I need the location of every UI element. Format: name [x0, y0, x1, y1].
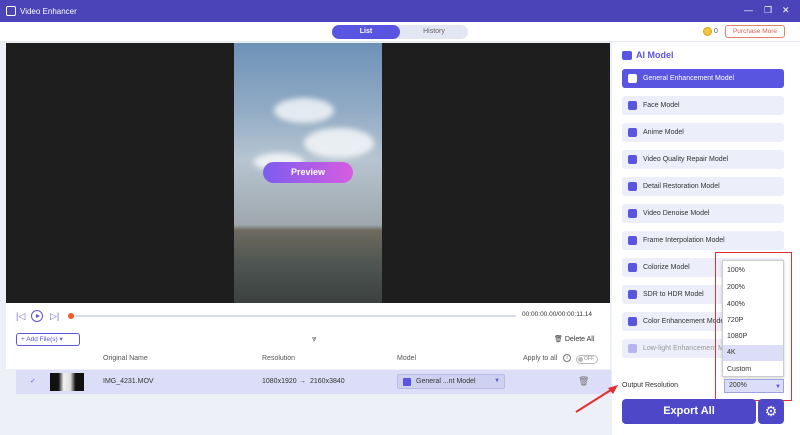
list-toolbar: + Add File(s) ▾ ⩔ 🗑 Delete All — [6, 329, 610, 351]
model-icon — [403, 378, 411, 386]
model-video-denoise[interactable]: Video Denoise Model — [622, 204, 784, 223]
model-face[interactable]: Face Model — [622, 96, 784, 115]
model-general-enhancement[interactable]: General Enhancement Model — [622, 69, 784, 88]
purchase-more-button[interactable]: Purchase More — [725, 25, 785, 38]
arrow-right-icon: → — [299, 378, 306, 385]
model-label: Frame Interpolation Model — [643, 237, 725, 244]
tab-history[interactable]: History — [400, 25, 468, 39]
model-detail-restoration[interactable]: Detail Restoration Model — [622, 177, 784, 196]
next-icon[interactable]: ▷| — [50, 311, 59, 321]
model-icon — [628, 74, 637, 83]
credit-count: 0 — [714, 28, 718, 35]
gear-icon[interactable]: ⚙ — [758, 399, 784, 424]
model-label: Colorize Model — [643, 264, 690, 271]
model-label: Color Enhancement Mode — [643, 318, 725, 325]
coin-icon — [703, 27, 712, 36]
model-label: Low-light Enhancement M — [643, 345, 724, 352]
add-files-button[interactable]: + Add File(s) ▾ — [16, 333, 80, 346]
resolution-from: 1080x1920 — [262, 378, 297, 385]
maximize-icon[interactable]: ❐ — [764, 4, 772, 16]
chevron-down-icon: ▾ — [57, 336, 63, 343]
player-controls: |◁ ▷| 00:00:00.00/00:00:11.14 — [6, 303, 610, 329]
play-icon[interactable] — [31, 310, 43, 322]
timecode: 00:00:00.00/00:00:11.14 — [522, 311, 592, 318]
collapse-icon[interactable]: ⩔ — [312, 334, 317, 344]
delete-all-label: Delete All — [564, 336, 595, 343]
interpolation-icon — [628, 236, 637, 245]
progress-handle[interactable] — [68, 313, 74, 319]
table-header: Original Name Resolution Model Apply to … — [6, 351, 610, 369]
model-label: Detail Restoration Model — [643, 183, 720, 190]
model-select[interactable]: General ...nt Model ▼ — [397, 374, 505, 389]
minimize-icon[interactable]: — — [744, 4, 753, 16]
apply-to-all-toggle[interactable]: OFF — [576, 355, 598, 364]
ai-model-heading: AI Model — [636, 50, 674, 60]
tab-list[interactable]: List — [332, 25, 400, 39]
col-resolution: Resolution — [262, 355, 296, 362]
model-label: General Enhancement Model — [643, 75, 735, 82]
robot-icon — [622, 51, 632, 60]
model-label: Video Quality Repair Model — [643, 156, 729, 163]
col-original-name: Original Name — [103, 355, 148, 362]
hdr-icon — [628, 290, 637, 299]
video-preview: Preview — [6, 43, 610, 303]
col-model: Model — [397, 355, 417, 362]
add-files-label: Add File(s) — [26, 336, 58, 343]
color-icon — [628, 317, 637, 326]
export-all-button[interactable]: Export All — [622, 399, 756, 424]
repair-icon — [628, 155, 637, 164]
caret-down-icon: ▼ — [494, 378, 500, 384]
close-icon[interactable]: ✕ — [782, 4, 790, 16]
model-select-value: General ...nt Model — [416, 378, 476, 385]
col-apply-to-all: Apply to all — [523, 355, 558, 362]
face-icon — [628, 101, 637, 110]
restoration-icon — [628, 182, 637, 191]
output-resolution-select[interactable]: 200% ▼ — [724, 379, 784, 393]
denoise-icon — [628, 209, 637, 218]
file-name: IMG_4231.MOV — [103, 378, 154, 385]
tab-switcher: List History — [332, 25, 468, 39]
colorize-icon — [628, 263, 637, 272]
preview-button[interactable]: Preview — [263, 162, 353, 183]
model-label: Face Model — [643, 102, 680, 109]
video-thumbnail — [50, 373, 84, 391]
tabs-bar: List History — [0, 22, 800, 42]
info-icon[interactable]: i — [563, 354, 571, 362]
title-bar: Video Enhancer — [0, 0, 800, 22]
model-label: Video Denoise Model — [643, 210, 710, 217]
previous-icon[interactable]: |◁ — [16, 311, 25, 321]
check-icon[interactable]: ✓ — [30, 377, 36, 385]
model-anime[interactable]: Anime Model — [622, 123, 784, 142]
anime-icon — [628, 128, 637, 137]
model-label: Anime Model — [643, 129, 684, 136]
delete-all-button[interactable]: 🗑 Delete All — [554, 335, 594, 343]
app-icon — [6, 6, 16, 16]
resolution-to: 2160x3840 — [310, 378, 345, 385]
low-light-icon — [628, 344, 637, 353]
window-title: Video Enhancer — [20, 6, 77, 16]
model-frame-interpolation[interactable]: Frame Interpolation Model — [622, 231, 784, 250]
table-row[interactable]: ✓ IMG_4231.MOV 1080x1920 → 2160x3840 Gen… — [16, 370, 611, 394]
model-label: SDR to HDR Model — [643, 291, 704, 298]
caret-down-icon: ▼ — [775, 384, 781, 390]
model-video-quality-repair[interactable]: Video Quality Repair Model — [622, 150, 784, 169]
output-resolution-value: 200% — [729, 382, 747, 389]
progress-track[interactable] — [72, 315, 516, 317]
trash-icon: 🗑 — [554, 336, 565, 343]
